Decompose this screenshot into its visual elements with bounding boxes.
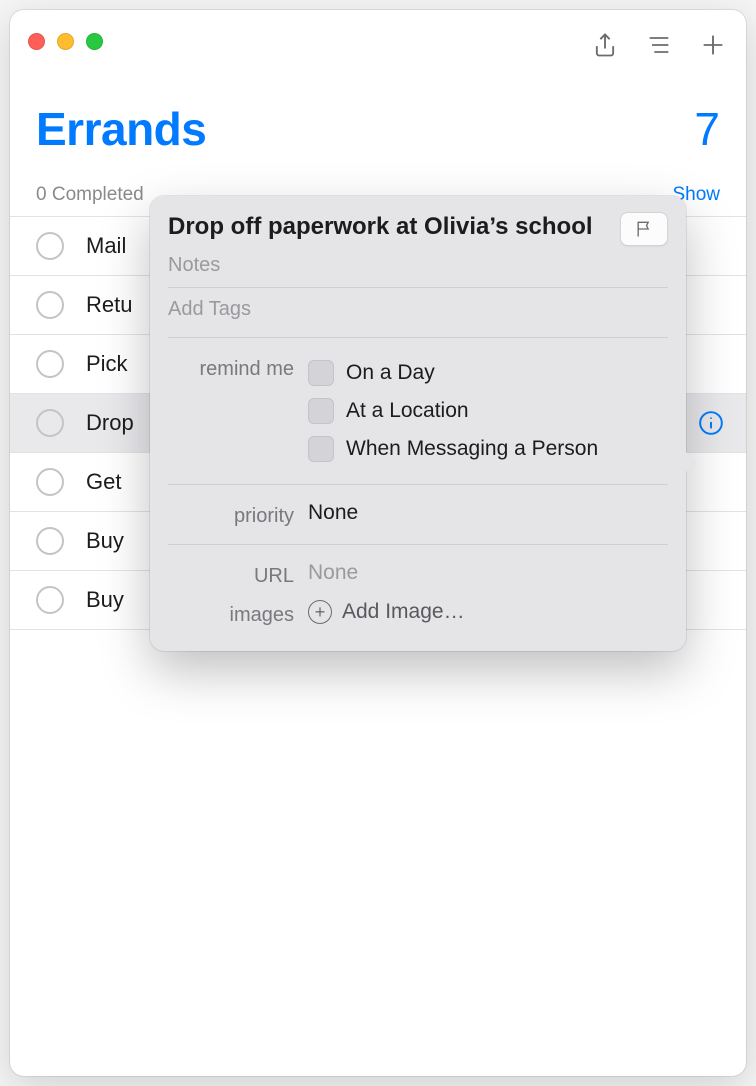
remind-me-row: remind me On a Day At a Location When Me… xyxy=(168,348,668,474)
notes-field[interactable]: Notes xyxy=(168,254,668,277)
url-row: URL None xyxy=(168,555,668,594)
zoom-window-button[interactable] xyxy=(86,33,103,50)
url-label: URL xyxy=(168,561,308,588)
todo-radio[interactable] xyxy=(36,586,64,614)
add-reminder-icon[interactable] xyxy=(698,30,728,60)
priority-row: priority None xyxy=(168,495,668,534)
images-label: images xyxy=(168,600,308,627)
todo-label: Buy xyxy=(86,587,124,613)
todo-label: Pick xyxy=(86,351,128,377)
close-window-button[interactable] xyxy=(28,33,45,50)
images-row: images + Add Image… xyxy=(168,594,668,633)
todo-radio[interactable] xyxy=(36,468,64,496)
todo-label: Mail xyxy=(86,233,126,259)
add-image-label: Add Image… xyxy=(342,600,465,624)
plus-circle-icon: + xyxy=(308,600,332,624)
remind-me-label: remind me xyxy=(168,354,308,468)
todo-radio[interactable] xyxy=(36,232,64,260)
titlebar xyxy=(10,10,746,72)
option-label: At a Location xyxy=(346,399,469,423)
divider xyxy=(168,337,668,338)
list-header: Errands 7 xyxy=(10,72,746,176)
inspector-title[interactable]: Drop off paperwork at Olivia’s school xyxy=(168,212,608,242)
divider xyxy=(168,544,668,545)
minimize-window-button[interactable] xyxy=(57,33,74,50)
todo-radio[interactable] xyxy=(36,409,64,437)
option-label: On a Day xyxy=(346,361,435,385)
checkbox[interactable] xyxy=(308,360,334,386)
completed-count-text: 0 Completed xyxy=(36,184,144,206)
priority-value[interactable]: None xyxy=(308,501,668,528)
remind-on-day-option[interactable]: On a Day xyxy=(308,354,668,392)
todo-label: Get xyxy=(86,469,121,495)
todo-label: Drop xyxy=(86,410,134,436)
remind-at-location-option[interactable]: At a Location xyxy=(308,392,668,430)
checkbox[interactable] xyxy=(308,436,334,462)
info-icon[interactable] xyxy=(698,410,724,436)
todo-label: Buy xyxy=(86,528,124,554)
tags-field[interactable]: Add Tags xyxy=(168,298,668,327)
todo-radio[interactable] xyxy=(36,527,64,555)
divider xyxy=(168,484,668,485)
todo-radio[interactable] xyxy=(36,350,64,378)
todo-radio[interactable] xyxy=(36,291,64,319)
add-image-button[interactable]: + Add Image… xyxy=(308,600,668,624)
priority-label: priority xyxy=(168,501,308,528)
list-count: 7 xyxy=(694,102,720,156)
list-view-icon[interactable] xyxy=(644,30,674,60)
todo-label: Retu xyxy=(86,292,132,318)
option-label: When Messaging a Person xyxy=(346,437,598,461)
divider xyxy=(168,287,668,288)
checkbox[interactable] xyxy=(308,398,334,424)
toolbar-right xyxy=(590,30,728,60)
flag-button[interactable] xyxy=(620,212,668,246)
share-icon[interactable] xyxy=(590,30,620,60)
list-title: Errands xyxy=(36,102,206,156)
traffic-lights xyxy=(28,33,103,50)
reminder-inspector-popover: Drop off paperwork at Olivia’s school No… xyxy=(150,196,686,651)
app-window: Errands 7 0 Completed Show Mail Retu Pic… xyxy=(10,10,746,1076)
remind-when-messaging-option[interactable]: When Messaging a Person xyxy=(308,430,668,468)
url-field[interactable]: None xyxy=(308,561,668,588)
